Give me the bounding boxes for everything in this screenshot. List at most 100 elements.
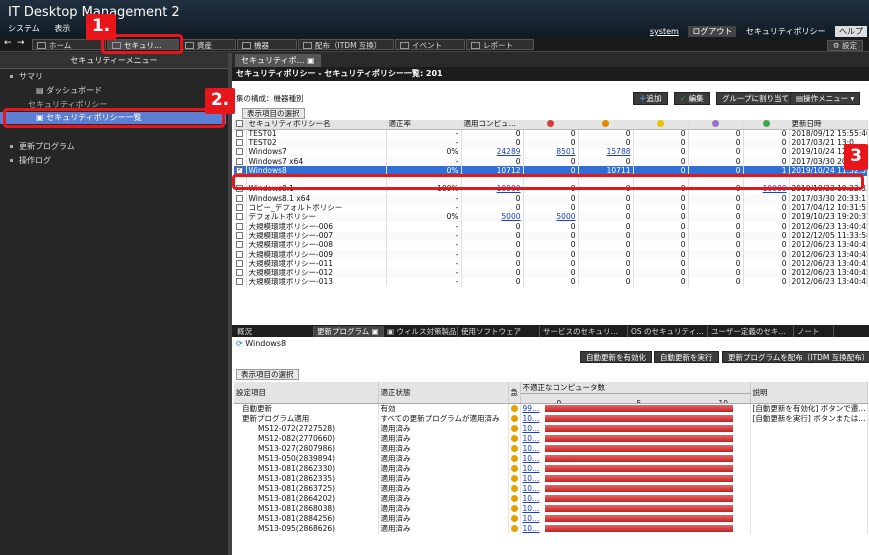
detail-row[interactable]: MS13-081(2864202) 適用済み 10…	[234, 493, 868, 504]
count-link[interactable]: 10…	[523, 444, 545, 453]
logout-button[interactable]: ログアウト	[688, 26, 737, 37]
col-total[interactable]: 適用コンピュ…	[461, 120, 524, 130]
col-updated[interactable]: 更新日時	[789, 120, 868, 130]
row-checkbox[interactable]	[234, 212, 247, 223]
menu-system[interactable]: システム	[8, 24, 40, 33]
count-link[interactable]: 10…	[523, 504, 545, 513]
sidebar-item-oplog[interactable]: 操作ログ	[0, 155, 226, 167]
assign-group-button[interactable]: グループに割り当て	[716, 92, 796, 105]
table-row[interactable]: TEST01-0 0 0 0 0 0 2018/09/12 15:55:40	[234, 129, 868, 139]
toolbar-events[interactable]: イベント	[395, 39, 465, 50]
column-select-button[interactable]: 表示項目の選択	[242, 108, 305, 119]
row-checkbox[interactable]	[234, 203, 247, 213]
table-row[interactable]: TEST02-0 0 0 0 0 0 2017/03/21 13:0	[234, 138, 868, 148]
count-link[interactable]: 10…	[523, 434, 545, 443]
col-caution[interactable]	[633, 120, 689, 130]
row-checkbox[interactable]	[234, 138, 247, 148]
detail-row[interactable]: MS12-072(2727528) 適用済み 10…	[234, 423, 868, 434]
detail-row[interactable]: MS13-081(2862330) 適用済み 10…	[234, 463, 868, 474]
table-row[interactable]: デフォルトポリシー 0% 5000 5000 0 0 0 0 2019/10/23 19:20:…	[234, 212, 868, 223]
operation-menu-button[interactable]: ▤操作メニュー ▾	[790, 92, 861, 105]
tab-overview[interactable]: 概況	[234, 326, 314, 337]
tab-service-security[interactable]: サービスのセキュリ…	[540, 326, 628, 337]
tab-security-policy[interactable]: セキュリティポ… ▣	[235, 54, 321, 67]
row-checkbox[interactable]	[234, 129, 247, 139]
sidebar-item-dashboard[interactable]: ▤ ダッシュボード	[0, 85, 226, 97]
select-all-checkbox[interactable]	[234, 120, 247, 130]
toolbar-reports[interactable]: レポート	[466, 39, 534, 50]
row-checkbox[interactable]	[234, 194, 247, 204]
detail-row[interactable]: MS13-081(2884256) 適用済み 10…	[234, 513, 868, 524]
run-auto-update-button[interactable]: 自動更新を実行	[654, 351, 719, 363]
row-checkbox[interactable]	[234, 240, 247, 251]
row-checkbox[interactable]	[234, 222, 247, 232]
table-row[interactable]: Windows8.1 x64-0 0 0 0 0 0 2017/03/30 20:33:11	[234, 194, 868, 204]
detail-row[interactable]: MS13-081(2862335) 適用済み 10…	[234, 473, 868, 484]
count-link[interactable]: 10…	[523, 474, 545, 483]
table-row[interactable]: 大規模環境ポリシー-008-0 0 0 0 0 0 2012/06/23 13:40:45	[234, 240, 868, 251]
table-row[interactable]: 大規模環境ポリシー-011-0 0 0 0 0 0 2012/06/23 13:40:45	[234, 259, 868, 269]
table-row[interactable]: Windows7 0% 24289 8501 15788 0 0 0 2019/10/24 12…	[234, 147, 868, 158]
count-link[interactable]: 10…	[523, 484, 545, 493]
toolbar-assets[interactable]: 資産	[180, 39, 236, 50]
table-row[interactable]: 大規模環境ポリシー-006-0 0 0 0 0 0 2012/06/23 13:40:45	[234, 222, 868, 232]
col-critical[interactable]	[523, 120, 579, 130]
tab-user-defined[interactable]: ユーザー定義のセキ…	[708, 326, 794, 337]
enable-auto-update-button[interactable]: 自動更新を有効化	[580, 351, 652, 363]
tab-menu-icon[interactable]: ▣	[307, 56, 315, 65]
distribute-updates-button[interactable]: 更新プログラムを配布（ITDM 互換配布）	[722, 351, 869, 363]
row-checkbox[interactable]	[234, 259, 247, 269]
count-link[interactable]: 10…	[523, 464, 545, 473]
row-checkbox[interactable]	[234, 268, 247, 279]
col-urgent[interactable]: 急	[508, 382, 521, 404]
row-checkbox[interactable]	[234, 231, 247, 241]
detail-row[interactable]: 更新プログラム適用 すべての更新プログラムが適用済み 10… [自動更新を実行] ボタ…	[234, 413, 868, 424]
col-warning[interactable]	[578, 120, 634, 130]
count-link[interactable]: 10…	[523, 514, 545, 523]
row-checkbox[interactable]	[234, 278, 247, 288]
row-checkbox[interactable]	[234, 147, 247, 158]
forward-arrow-icon[interactable]: →	[17, 38, 25, 48]
row-checkbox[interactable]	[234, 157, 247, 167]
refresh-icon[interactable]: ⟳	[236, 339, 243, 348]
detail-row[interactable]: MS13-095(2868626) 適用済み 10…	[234, 523, 868, 534]
back-arrow-icon[interactable]: ←	[4, 38, 12, 48]
col-description[interactable]: 説明	[750, 382, 868, 404]
toolbar-home[interactable]: ホーム	[32, 39, 106, 50]
tab-antivirus[interactable]: ▣ ウィルス対策製品	[384, 326, 458, 337]
table-row[interactable]: Windows7 x64-0 0 0 0 0 0 2017/03/30 20:3	[234, 157, 868, 167]
detail-row[interactable]: MS12-082(2770660) 適用済み 10…	[234, 433, 868, 444]
table-row[interactable]: 大規模環境ポリシー-007-0 0 0 0 0 0 2012/12/05 11:33:58	[234, 231, 868, 241]
row-checkbox[interactable]	[234, 250, 247, 260]
help-button[interactable]: ヘルプ	[835, 26, 867, 37]
toolbar-devices[interactable]: 機器	[237, 39, 297, 50]
count-link[interactable]: 10…	[523, 454, 545, 463]
user-link[interactable]: system	[650, 27, 679, 36]
detail-row[interactable]: MS13-081(2868038) 適用済み 10…	[234, 503, 868, 514]
count-link[interactable]: 10…	[523, 424, 545, 433]
count-link[interactable]: 10…	[523, 494, 545, 503]
tab-note[interactable]: ノート	[794, 326, 834, 337]
toolbar-distribution[interactable]: 配布（ITDM 互換）	[298, 39, 394, 50]
menu-view[interactable]: 表示	[54, 24, 70, 33]
table-row[interactable]: 大規模環境ポリシー-009-0 0 0 0 0 0 2012/06/23 13:40:45	[234, 250, 868, 260]
tab-software[interactable]: 使用ソフトウェア	[458, 326, 540, 337]
detail-row[interactable]: MS13-081(2863725) 適用済み 10…	[234, 483, 868, 494]
settings-button[interactable]: ⚙ 設定	[826, 40, 863, 51]
detail-column-select-button[interactable]: 表示項目の選択	[236, 369, 299, 380]
table-row[interactable]: 大規模環境ポリシー-013-0 0 0 0 0 0 2012/06/23 13:40:45	[234, 278, 868, 288]
add-button[interactable]: ＋追加	[633, 92, 668, 105]
tab-os-security[interactable]: OS のセキュリティ…	[628, 326, 708, 337]
detail-row[interactable]: MS13-050(2839894) 適用済み 10…	[234, 453, 868, 464]
table-row[interactable]: 大規模環境ポリシー-012-0 0 0 0 0 0 2012/06/23 13:40:45	[234, 268, 868, 279]
detail-row[interactable]: MS13-027(2807986) 適用済み 10…	[234, 443, 868, 454]
col-setting[interactable]: 設定項目	[234, 382, 379, 404]
edit-button[interactable]: ✓ 編集	[674, 92, 710, 105]
col-ok[interactable]	[743, 120, 790, 130]
count-link[interactable]: 10…	[523, 524, 545, 533]
count-link[interactable]: 10…	[523, 414, 545, 423]
detail-row[interactable]: 自動更新 有効 99… [自動更新を有効化] ボタンで遷…	[234, 403, 868, 414]
tab-updates[interactable]: 更新プログラム ▣	[314, 326, 384, 337]
sidebar-item-summary[interactable]: サマリ	[0, 71, 226, 83]
col-state[interactable]: 適正状態	[378, 382, 509, 404]
